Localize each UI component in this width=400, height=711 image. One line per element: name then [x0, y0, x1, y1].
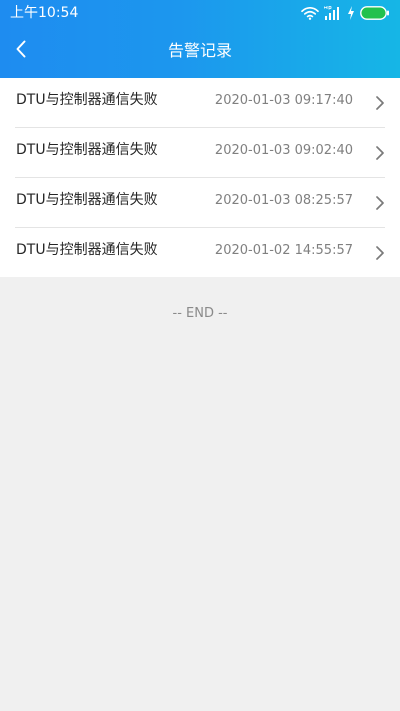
chevron-right-icon [375, 95, 385, 111]
alarm-list: DTU与控制器通信失败 2020-01-03 09:17:40 DTU与控制器通… [0, 78, 400, 277]
status-bar: 上午10:54 [0, 0, 400, 26]
wifi-icon [301, 6, 319, 20]
page-title: 告警记录 [167, 41, 232, 60]
nav-bar: 告警记录 [0, 26, 400, 78]
alarm-title: DTU与控制器通信失败 [16, 192, 158, 208]
charging-icon [347, 6, 355, 20]
list-item[interactable]: DTU与控制器通信失败 2020-01-03 09:02:40 [0, 128, 400, 178]
alarm-time: 2020-01-02 14:55:57 [214, 243, 353, 258]
alarm-title: DTU与控制器通信失败 [16, 242, 158, 258]
end-of-list-text: -- END -- [172, 306, 228, 321]
status-icons [301, 5, 390, 21]
chevron-right-icon [375, 245, 385, 261]
list-item[interactable]: DTU与控制器通信失败 2020-01-02 14:55:57 [0, 228, 400, 278]
list-item[interactable]: DTU与控制器通信失败 2020-01-03 08:25:57 [0, 178, 400, 228]
chevron-right-icon [375, 145, 385, 161]
alarm-time: 2020-01-03 09:02:40 [214, 143, 353, 158]
signal-icon [324, 6, 342, 20]
chevron-right-icon [375, 195, 385, 211]
list-item[interactable]: DTU与控制器通信失败 2020-01-03 09:17:40 [0, 78, 400, 128]
status-time: 上午10:54 [10, 5, 79, 21]
alarm-title: DTU与控制器通信失败 [16, 92, 158, 108]
app-header: 上午10:54 告警记录 [0, 0, 400, 78]
alarm-title: DTU与控制器通信失败 [16, 142, 158, 158]
alarm-time: 2020-01-03 09:17:40 [214, 93, 353, 108]
alarm-time: 2020-01-03 08:25:57 [214, 193, 353, 208]
battery-icon [360, 6, 390, 20]
